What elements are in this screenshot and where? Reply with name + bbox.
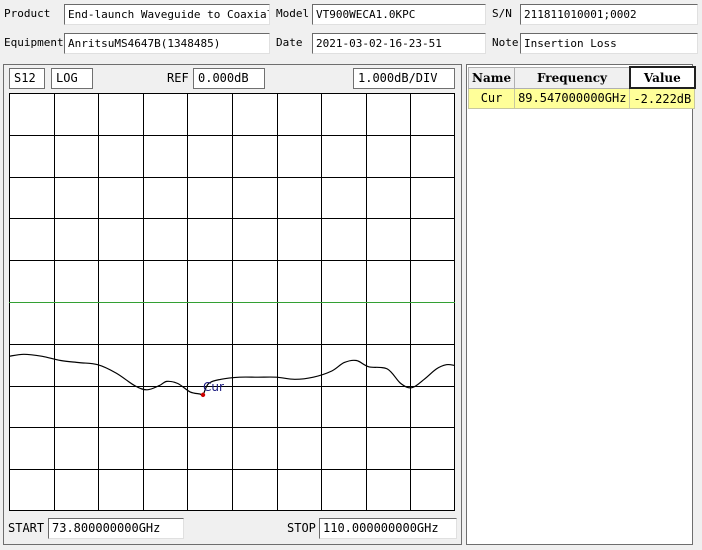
- start-label: START: [8, 521, 45, 535]
- row-frequency: 89.547000000GHz: [514, 87, 631, 109]
- stop-field[interactable]: 110.000000000GHz: [319, 518, 457, 539]
- marker-table: Name Frequency Value Cur 89.547000000GHz…: [467, 66, 696, 109]
- param-box[interactable]: S12: [9, 68, 45, 89]
- plot-canvas: Cur: [8, 93, 456, 511]
- note-label: Note: [492, 36, 519, 49]
- col-value[interactable]: Value: [628, 66, 696, 89]
- note-field[interactable]: Insertion Loss: [520, 33, 698, 54]
- table-row[interactable]: Cur 89.547000000GHz -2.222dB: [467, 87, 696, 109]
- scale-box[interactable]: 1.000dB/DIV: [353, 68, 455, 89]
- model-label: Model: [276, 7, 310, 20]
- product-field[interactable]: End-launch Waveguide to Coaxial: [64, 4, 270, 25]
- marker-table-header: Name Frequency Value: [467, 66, 696, 89]
- col-name[interactable]: Name: [467, 66, 516, 89]
- row-value: -2.222dB: [629, 87, 696, 109]
- ref-label: REF: [167, 71, 189, 85]
- equipment-field[interactable]: AnritsuMS4647B(1348485): [64, 33, 270, 54]
- model-field[interactable]: VT900WECA1.0KPC: [312, 4, 486, 25]
- stop-label: STOP: [287, 521, 316, 535]
- product-label: Product: [4, 7, 51, 20]
- equipment-label: Equipment: [4, 36, 64, 49]
- ref-value-box[interactable]: 0.000dB: [193, 68, 265, 89]
- sn-label: S/N: [492, 7, 512, 20]
- marker-label: Cur: [203, 380, 224, 394]
- row-name: Cur: [467, 87, 516, 109]
- marker-panel: [466, 64, 693, 545]
- plot-canvas-wrap: Cur: [8, 93, 456, 514]
- start-field[interactable]: 73.800000000GHz: [48, 518, 184, 539]
- date-field[interactable]: 2021-03-02-16-23-51: [312, 33, 486, 54]
- date-label: Date: [276, 36, 303, 49]
- sn-field[interactable]: 211811010001;0002: [520, 4, 698, 25]
- format-box[interactable]: LOG: [51, 68, 93, 89]
- col-frequency[interactable]: Frequency: [514, 66, 631, 89]
